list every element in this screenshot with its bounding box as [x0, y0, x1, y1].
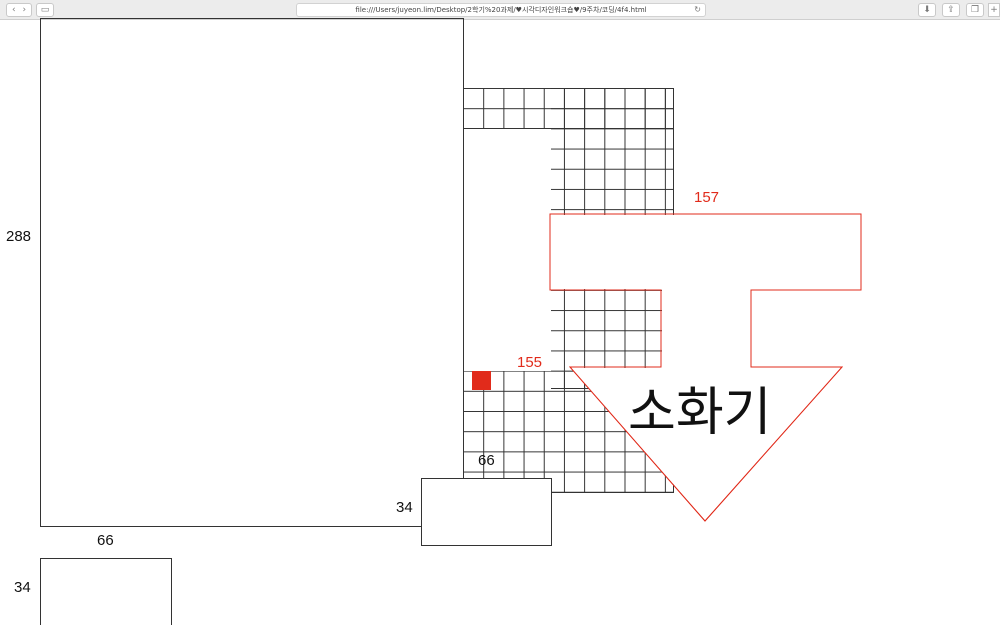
label-small-width: 66	[478, 452, 495, 469]
page-canvas: 소화기 288 66 34 66 34 157 155	[0, 18, 1000, 625]
label-bottom-height: 34	[14, 579, 31, 596]
label-arrow-width: 157	[694, 189, 720, 206]
share-icon[interactable]: ⇪	[942, 3, 960, 17]
label-grid-width: 155	[517, 354, 543, 371]
arrow-shape	[549, 213, 862, 522]
download-icon[interactable]: ⬇	[918, 3, 936, 17]
arrow-title: 소화기	[628, 383, 772, 443]
sidebar-icon[interactable]: ▭	[36, 3, 54, 17]
back-forward-group: ‹ ›	[6, 3, 32, 17]
tabs-icon[interactable]: ❐	[966, 3, 984, 17]
browser-toolbar: ‹ › ▭ file:///Users/juyeon.lim/Desktop/2…	[0, 0, 1000, 20]
address-bar[interactable]: file:///Users/juyeon.lim/Desktop/2학기%20과…	[296, 3, 706, 17]
back-icon[interactable]: ‹	[12, 5, 16, 15]
forward-icon[interactable]: ›	[22, 5, 26, 15]
new-tab-icon[interactable]: +	[988, 3, 1000, 17]
reload-icon[interactable]: ↻	[694, 4, 701, 16]
label-left-height: 288	[6, 228, 32, 245]
url-text: file:///Users/juyeon.lim/Desktop/2학기%20과…	[355, 6, 647, 14]
label-small-height: 34	[396, 499, 413, 516]
label-bottom-width: 66	[97, 532, 114, 549]
